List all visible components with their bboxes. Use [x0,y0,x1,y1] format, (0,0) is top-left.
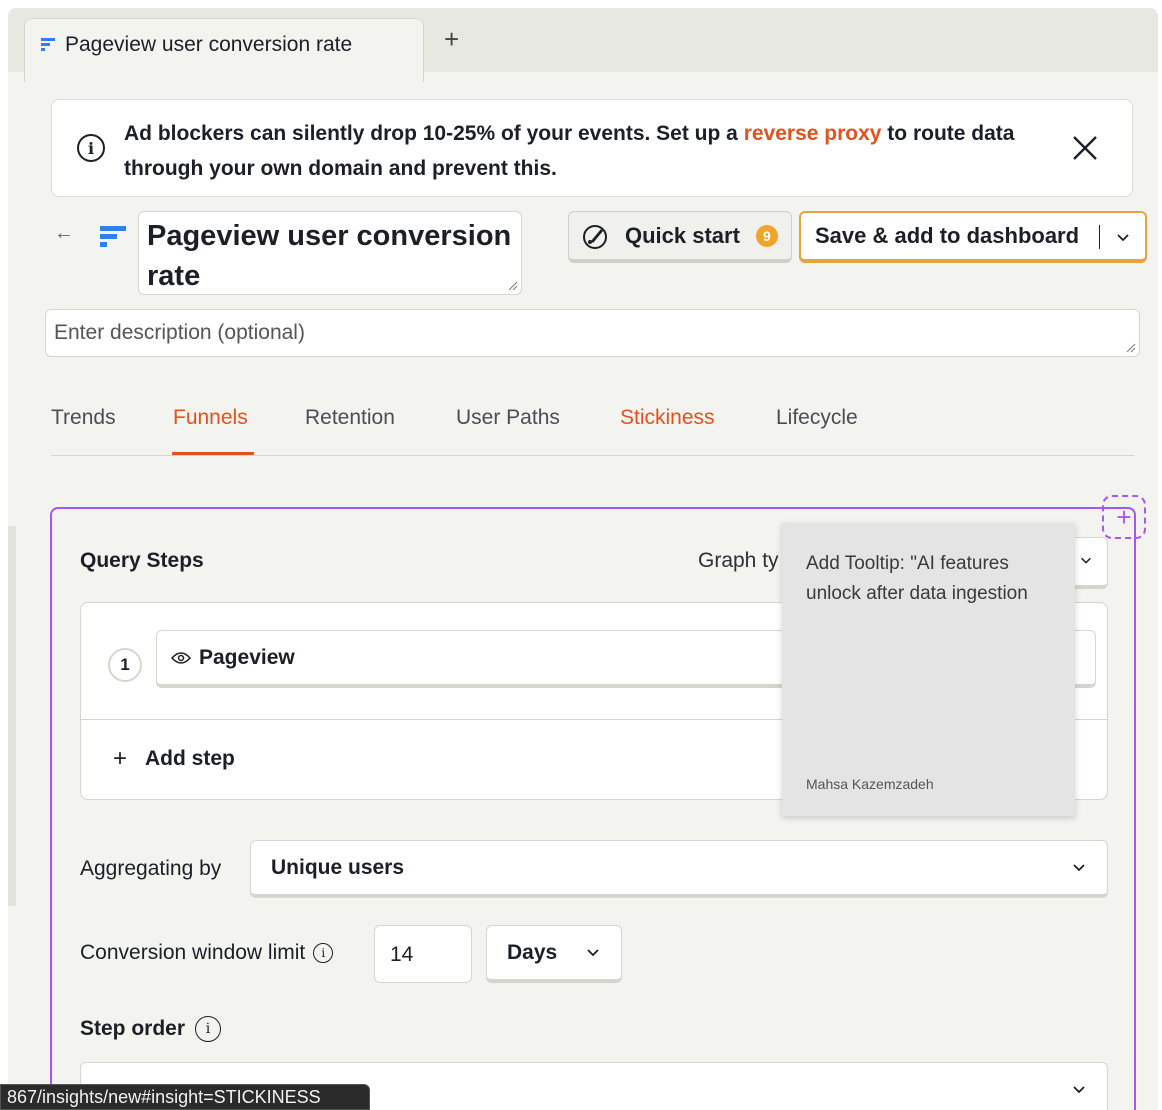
back-button[interactable]: ← [54,222,74,245]
tab-bar: Pageview user conversion rate + [8,8,1158,82]
conversion-window-input[interactable]: 14 [374,925,472,983]
graph-type-label: Graph ty [698,549,779,572]
tab-pageview-conversion[interactable]: Pageview user conversion rate [24,18,424,82]
step-order-label: Step order i [80,1016,222,1042]
active-tab-indicator [172,452,254,455]
query-steps-title: Query Steps [80,549,204,572]
add-step-button[interactable]: + Add step [113,745,235,773]
add-annotation-button[interactable]: + [1102,495,1146,539]
chevron-down-icon [1081,557,1091,564]
insight-type-tabs: Trends Funnels Retention User Paths Stic… [51,404,1134,456]
resize-handle-icon[interactable] [508,281,518,291]
tab-user-paths[interactable]: User Paths [456,406,560,430]
plus-icon: + [113,745,128,772]
insight-title-input[interactable]: Pageview user conversion rate [138,211,522,295]
close-icon[interactable] [1070,133,1100,163]
ad-blocker-banner: i Ad blockers can silently drop 10-25% o… [51,99,1133,197]
conversion-window-label: Conversion window limit i [80,941,334,965]
tab-title: Pageview user conversion rate [65,33,353,56]
aggregating-select[interactable]: Unique users [250,840,1108,898]
link-status-url: 867/insights/new#insight=STICKINESS [0,1084,370,1110]
rocket-icon [583,224,607,249]
funnel-insight-icon [41,38,55,51]
tooltip-sticky-note[interactable]: Add Tooltip: "AI features unlock after d… [782,523,1075,816]
eye-icon [171,651,191,664]
quick-start-count-badge: 9 [755,224,778,247]
chevron-down-icon[interactable] [1115,229,1131,245]
step-number-badge: 1 [108,648,142,682]
funnel-insight-icon [100,226,126,247]
side-edge [8,526,16,906]
tab-retention[interactable]: Retention [305,406,395,430]
save-add-to-dashboard-button[interactable]: Save & add to dashboard [799,211,1147,263]
new-tab-button[interactable]: + [444,26,459,52]
chevron-down-icon [1073,864,1085,872]
note-text: Add Tooltip: "AI features unlock after d… [806,553,1028,604]
tab-funnels[interactable]: Funnels [173,406,248,430]
conversion-window-unit-select[interactable]: Days [486,925,622,983]
reverse-proxy-link[interactable]: reverse proxy [744,122,882,145]
tab-stickiness[interactable]: Stickiness [620,406,715,430]
info-icon: i [77,134,105,162]
button-separator [1099,225,1100,249]
description-field[interactable]: Enter description (optional) [45,309,1140,357]
banner-text: Ad blockers can silently drop 10-25% of … [124,122,1015,180]
chevron-down-icon [1073,1086,1085,1094]
info-icon[interactable]: i [195,1016,222,1042]
info-icon[interactable]: i [313,943,334,963]
aggregating-by-label: Aggregating by [80,857,222,880]
note-author: Mahsa Kazemzadeh [806,776,934,792]
tab-lifecycle[interactable]: Lifecycle [776,406,858,430]
quick-start-button[interactable]: Quick start 9 [568,211,792,263]
resize-handle-icon[interactable] [1126,343,1136,353]
chevron-down-icon [587,949,599,957]
tab-trends[interactable]: Trends [51,406,116,430]
